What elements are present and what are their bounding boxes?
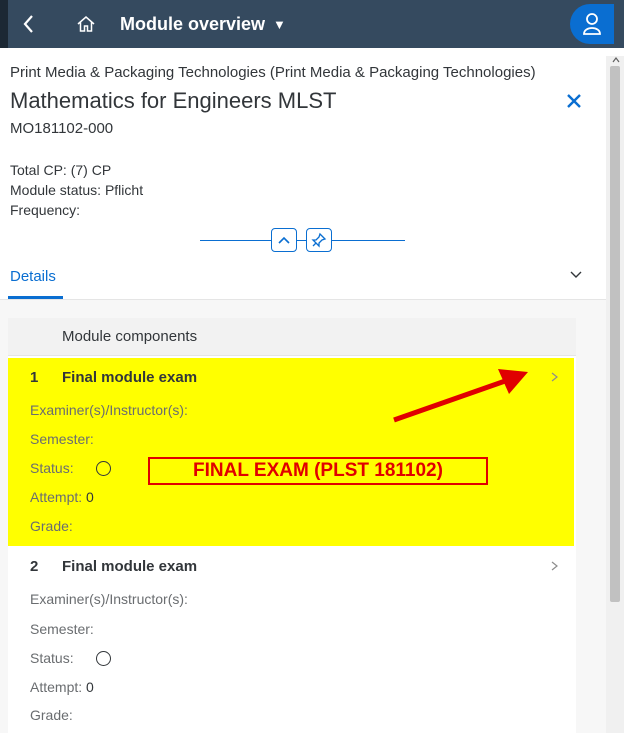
home-button[interactable] [68,6,104,42]
header-divider [200,240,405,241]
chevron-up-icon [278,236,290,244]
pin-header-button[interactable] [306,228,332,252]
tab-details[interactable]: Details [10,268,56,285]
attempt-label: Attempt: [30,489,83,505]
list-item[interactable]: 2 Final module exam Examiner(s)/Instruct… [8,548,574,733]
semester-label: Semester: [30,621,94,637]
module-components-title: Module components [62,328,198,345]
pin-icon [311,232,327,248]
app-title: Module overview [120,13,266,34]
frequency-label: Frequency: [10,202,81,218]
total-cp-attribute: Total CP: (7) CP [10,162,111,178]
module-overview-menu[interactable]: Module overview ▼ [120,0,286,48]
item-title: Final module exam [62,369,198,386]
status-circle-icon [96,461,111,476]
attempt-value: 0 [86,679,94,695]
item-number: 2 [30,558,39,575]
examiner-label: Examiner(s)/Instructor(s): [30,402,188,418]
annotation-text: FINAL EXAM (PLST 181102) [193,460,443,481]
attempt-field: Attempt: 0 [30,679,94,695]
scroll-up-icon[interactable] [612,56,620,64]
attempt-value: 0 [86,489,94,505]
module-code: MO181102-000 [10,120,114,137]
collapse-header-button[interactable] [271,228,297,252]
annotation-arrow [393,369,528,423]
examiner-label: Examiner(s)/Instructor(s): [30,591,188,607]
tab-bar [0,258,606,300]
home-icon [77,16,95,32]
attempt-label: Attempt: [30,679,83,695]
grade-label: Grade: [30,707,73,723]
scrollbar-thumb[interactable] [610,66,620,602]
breadcrumb: Print Media & Packaging Technologies (Pr… [10,64,536,81]
status-circle-icon [96,651,111,666]
total-cp-value: (7) CP [70,162,112,178]
item-title: Final module exam [62,558,198,575]
chevron-right-icon [551,561,558,571]
back-icon [23,15,33,33]
annotation-box: FINAL EXAM (PLST 181102) [148,457,488,485]
frequency-attribute: Frequency: [10,202,80,218]
page-title: Mathematics for Engineers MLST [10,88,337,113]
module-status-label: Module status: [10,182,102,198]
caret-down-icon: ▼ [273,16,286,32]
module-status-attribute: Module status: Pflicht [10,182,143,198]
chevron-right-icon [551,372,558,382]
module-status-value: Pflicht [104,182,144,198]
close-icon[interactable] [563,90,585,112]
tab-selected-indicator [8,296,63,299]
module-components-header: Module components [8,318,576,356]
total-cp-label: Total CP: [10,162,67,178]
status-label: Status: [30,460,74,476]
user-avatar-button[interactable] [570,4,614,44]
semester-label: Semester: [30,431,94,447]
chevron-down-icon[interactable] [568,266,584,282]
user-icon [583,13,601,35]
status-label: Status: [30,650,74,666]
back-button[interactable] [10,6,48,42]
item-number: 1 [30,369,39,386]
grade-label: Grade: [30,518,73,534]
shell-bar: Module overview ▼ [0,0,624,48]
attempt-field: Attempt: 0 [30,489,94,505]
shell-bar-edge [0,0,8,48]
